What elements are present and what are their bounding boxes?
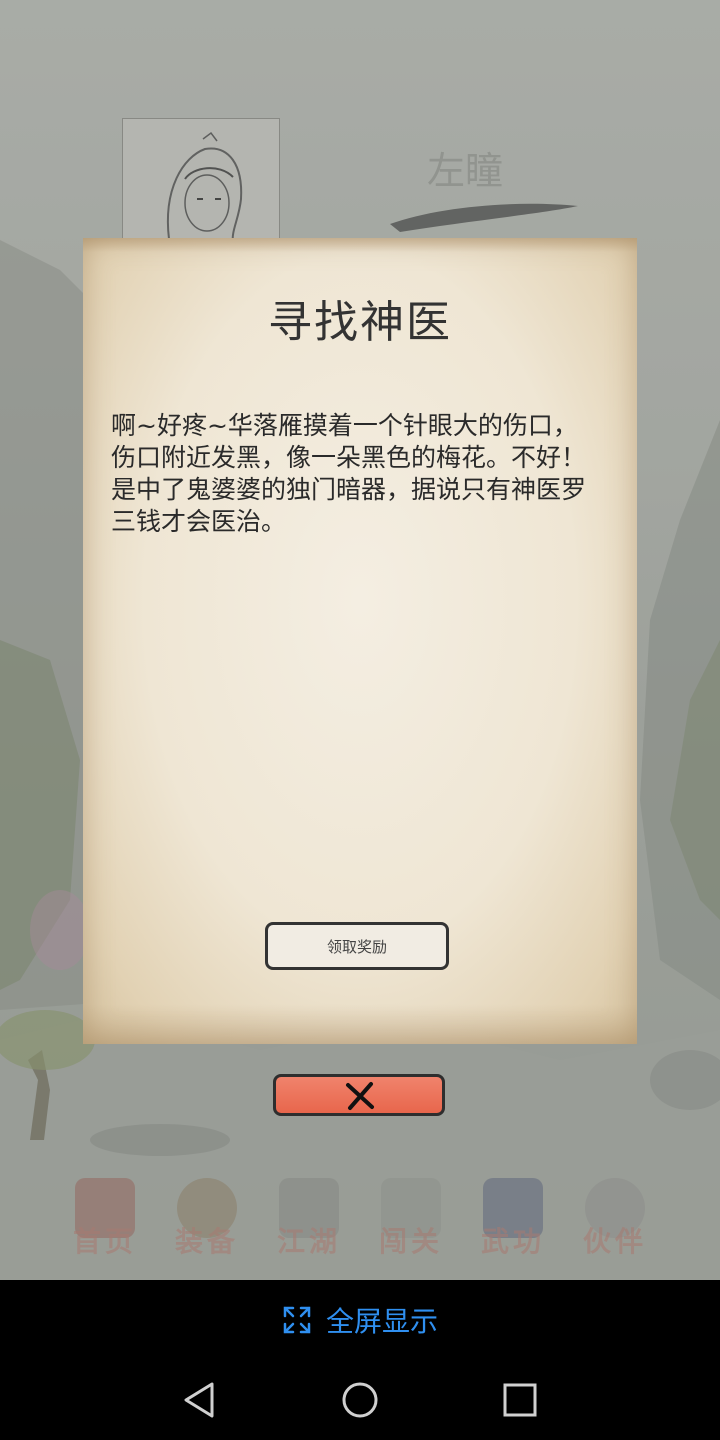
expand-icon xyxy=(283,1306,311,1334)
home-circle-icon xyxy=(342,1382,378,1418)
system-recents-button[interactable] xyxy=(498,1378,542,1422)
close-dialog-button[interactable] xyxy=(273,1074,445,1116)
fullscreen-label: 全屏显示 xyxy=(325,1305,438,1338)
quest-dialog: 寻找神医 啊~好疼~华落雁摸着一个针眼大的伤口，伤口附近发黑，像一朵黑色的梅花。… xyxy=(83,238,637,1044)
system-home-button[interactable] xyxy=(338,1378,382,1422)
dialog-body-text: 啊~好疼~华落雁摸着一个针眼大的伤口，伤口附近发黑，像一朵黑色的梅花。不好！是中… xyxy=(111,411,587,536)
claim-reward-label: 领取奖励 xyxy=(326,937,387,956)
fullscreen-bar: 全屏显示 xyxy=(0,1280,720,1360)
close-x-icon xyxy=(346,1082,374,1110)
game-screen: 左瞳 首页 装备 江湖 闯关 武功 伙伴 寻找神医 啊~好疼~华落雁摸着一个针眼… xyxy=(0,0,720,1280)
fullscreen-button[interactable]: 全屏显示 xyxy=(282,1300,438,1340)
claim-reward-button[interactable]: 领取奖励 xyxy=(265,922,449,970)
dialog-title: 寻找神医 xyxy=(268,297,452,348)
recents-square-icon xyxy=(503,1383,537,1417)
back-triangle-icon xyxy=(184,1382,214,1418)
system-back-button[interactable] xyxy=(178,1378,222,1422)
system-navigation-bar xyxy=(0,1360,720,1440)
